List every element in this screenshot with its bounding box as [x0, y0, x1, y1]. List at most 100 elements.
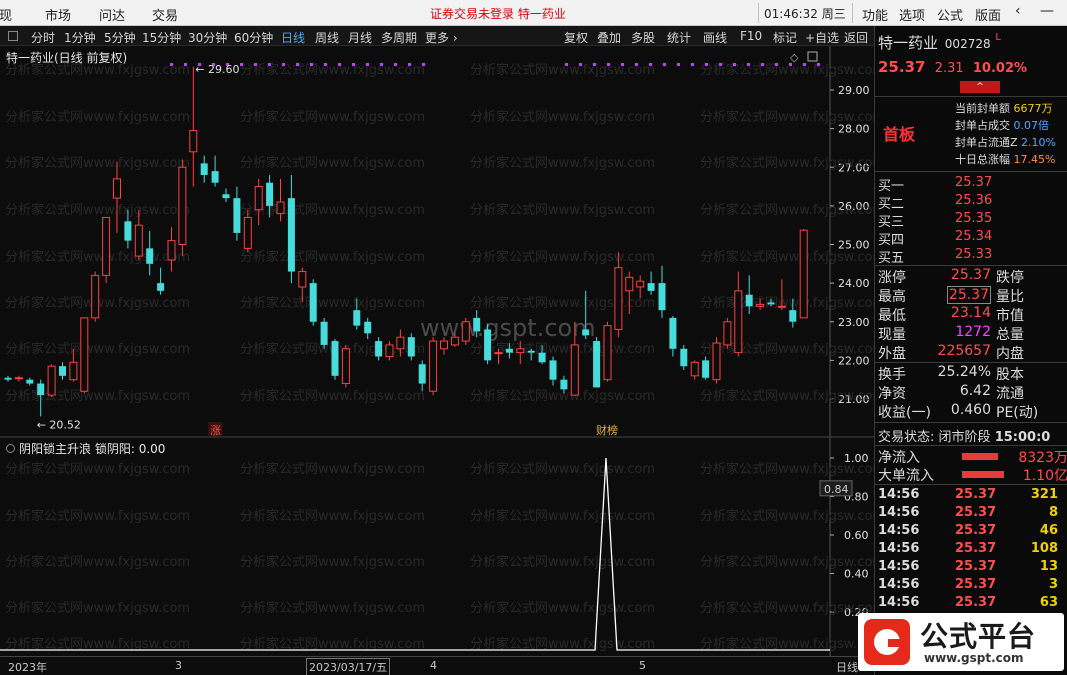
watermark-text: 分析家公式网www.fxjgsw.com [5, 109, 190, 125]
tool-add-watchlist[interactable]: +自选 [805, 29, 839, 46]
watermark-text: 分析家公式网www.fxjgsw.com [5, 249, 190, 265]
limit-info-row: 十日总涨幅 17.45% [955, 153, 1056, 166]
candle-body [26, 379, 34, 384]
quote-row: 涨停 25.37 跌停 [878, 267, 1024, 286]
divider [875, 96, 1067, 97]
menu-layout[interactable]: 版面 [975, 5, 1001, 24]
indicator-toggle-icon[interactable] [6, 444, 15, 453]
tab-weekly[interactable]: 周线 [315, 29, 339, 46]
divider [852, 3, 853, 23]
candle-body [37, 383, 45, 396]
tool-multi-stock[interactable]: 多股 [631, 29, 655, 46]
tab-15min[interactable]: 15分钟 [142, 29, 181, 46]
menu-market[interactable]: 市场 [45, 5, 71, 24]
expand-icon[interactable]: ^ [960, 81, 1000, 93]
kline-chart[interactable]: 29.0028.0027.0026.0025.0024.0023.0022.00… [0, 46, 874, 438]
tool-mark[interactable]: 标记 [773, 29, 797, 46]
candle-body [222, 194, 230, 199]
candle-body [287, 198, 295, 272]
tab-intraday[interactable]: 分时 [31, 29, 55, 46]
candle-body [254, 186, 263, 211]
first-board-badge: 首板 [883, 125, 916, 144]
quote-row: 外盘 225657 内盘 [878, 343, 1024, 362]
candle-body [756, 303, 765, 307]
tab-more[interactable]: 更多 › [425, 29, 458, 46]
candle-body [266, 182, 274, 206]
collapse-icon[interactable]: ‹ [1015, 3, 1021, 19]
menu-trade[interactable]: 交易 [152, 5, 178, 24]
menu-formula[interactable]: 公式 [937, 5, 963, 24]
candle-body [647, 283, 655, 291]
watermark-text: 分析家公式网www.fxjgsw.com [470, 295, 655, 311]
tool-overlay[interactable]: 叠加 [597, 29, 621, 46]
candle-body [560, 379, 568, 390]
bid-row: 买五 25.33 [878, 247, 993, 266]
signal-dot [366, 63, 369, 66]
menu-wenda[interactable]: 问达 [99, 5, 125, 24]
watermark-text: 分析家公式网www.fxjgsw.com [700, 554, 874, 570]
minimize-icon[interactable]: — [1040, 3, 1054, 19]
candle-body [625, 276, 634, 292]
signal-dot [338, 63, 341, 66]
tab-30min[interactable]: 30分钟 [188, 29, 227, 46]
quote-row: 最高 25.37 量比 [878, 286, 1024, 305]
divider [758, 3, 759, 23]
candle-body [570, 344, 579, 396]
candle-body [767, 302, 775, 305]
tab-60min[interactable]: 60分钟 [234, 29, 273, 46]
candle-body [341, 348, 350, 385]
quote-row: 最低 23.14 市值 [878, 305, 1024, 324]
quote-panel: 特一药业 002728 L 25.37 2.31 10.02% ^ 首板 当前封… [874, 26, 1067, 675]
candle-body [505, 348, 513, 353]
time-axis: 2023年 3 2023/03/17/五 4 5 日线 [0, 656, 874, 675]
tool-stats[interactable]: 统计 [667, 29, 691, 46]
tab-daily[interactable]: 日线 [281, 29, 305, 46]
menu-discover[interactable]: 发现 [0, 5, 12, 24]
candle-body [799, 229, 808, 319]
watermark-text: 分析家公式网www.fxjgsw.com [5, 155, 190, 171]
checkbox-icon[interactable] [8, 31, 18, 41]
candle-body [789, 310, 797, 322]
signal-dot [380, 63, 383, 66]
candle-body [243, 216, 252, 249]
candle-body [658, 283, 666, 311]
watermark-text: 分析家公式网www.fxjgsw.com [5, 554, 190, 570]
watermark-text: 分析家公式网www.fxjgsw.com [470, 202, 655, 218]
watermark-text: 分析家公式网www.fxjgsw.com [5, 508, 190, 524]
candle-body [582, 329, 590, 336]
menu-options[interactable]: 选项 [899, 5, 925, 24]
candle-body [167, 240, 176, 261]
signal-dot [422, 63, 425, 66]
tool-back[interactable]: 返回 [844, 29, 868, 46]
candle-body [375, 341, 383, 357]
candle-body [484, 329, 492, 361]
signal-dot [705, 63, 708, 66]
indicator-chart[interactable]: 1.000.800.600.400.200.84分析家公式网www.fxjgsw… [0, 438, 874, 656]
candle-body [298, 271, 307, 288]
tool-adjust[interactable]: 复权 [564, 29, 588, 46]
tag-zhang: 涨 [210, 424, 221, 437]
signal-dot [254, 63, 257, 66]
last-price: 25.37 [878, 58, 926, 76]
tab-monthly[interactable]: 月线 [348, 29, 372, 46]
flow-bar [962, 453, 998, 460]
tick-row: 14:56 25.37 46 [878, 523, 1058, 538]
menu-function[interactable]: 功能 [862, 5, 888, 24]
tab-multi-period[interactable]: 多周期 [381, 29, 417, 46]
watermark-text: 分析家公式网www.fxjgsw.com [700, 295, 874, 311]
price-row: 25.37 2.31 10.02% [878, 58, 1064, 76]
limit-info-row: 封单占流通Z 2.10% [955, 136, 1056, 149]
price-change-pct: 10.02% [972, 61, 1028, 76]
tool-draw-line[interactable]: 画线 [703, 29, 727, 46]
signal-dot [268, 63, 271, 66]
limit-info-row: 封单占成交 0.07倍 [955, 119, 1049, 132]
watermark-text: 分析家公式网www.fxjgsw.com [700, 155, 874, 171]
bid-row: 买三 25.35 [878, 211, 993, 230]
stat-row: 收益(一) 0.460 PE(动) [878, 402, 1039, 421]
tab-5min[interactable]: 5分钟 [104, 29, 136, 46]
candle-body [80, 317, 89, 392]
stock-name: 特一药业 [878, 34, 939, 52]
signal-dot [310, 63, 313, 66]
tab-1min[interactable]: 1分钟 [64, 29, 96, 46]
tool-f10[interactable]: F10 [740, 29, 762, 43]
